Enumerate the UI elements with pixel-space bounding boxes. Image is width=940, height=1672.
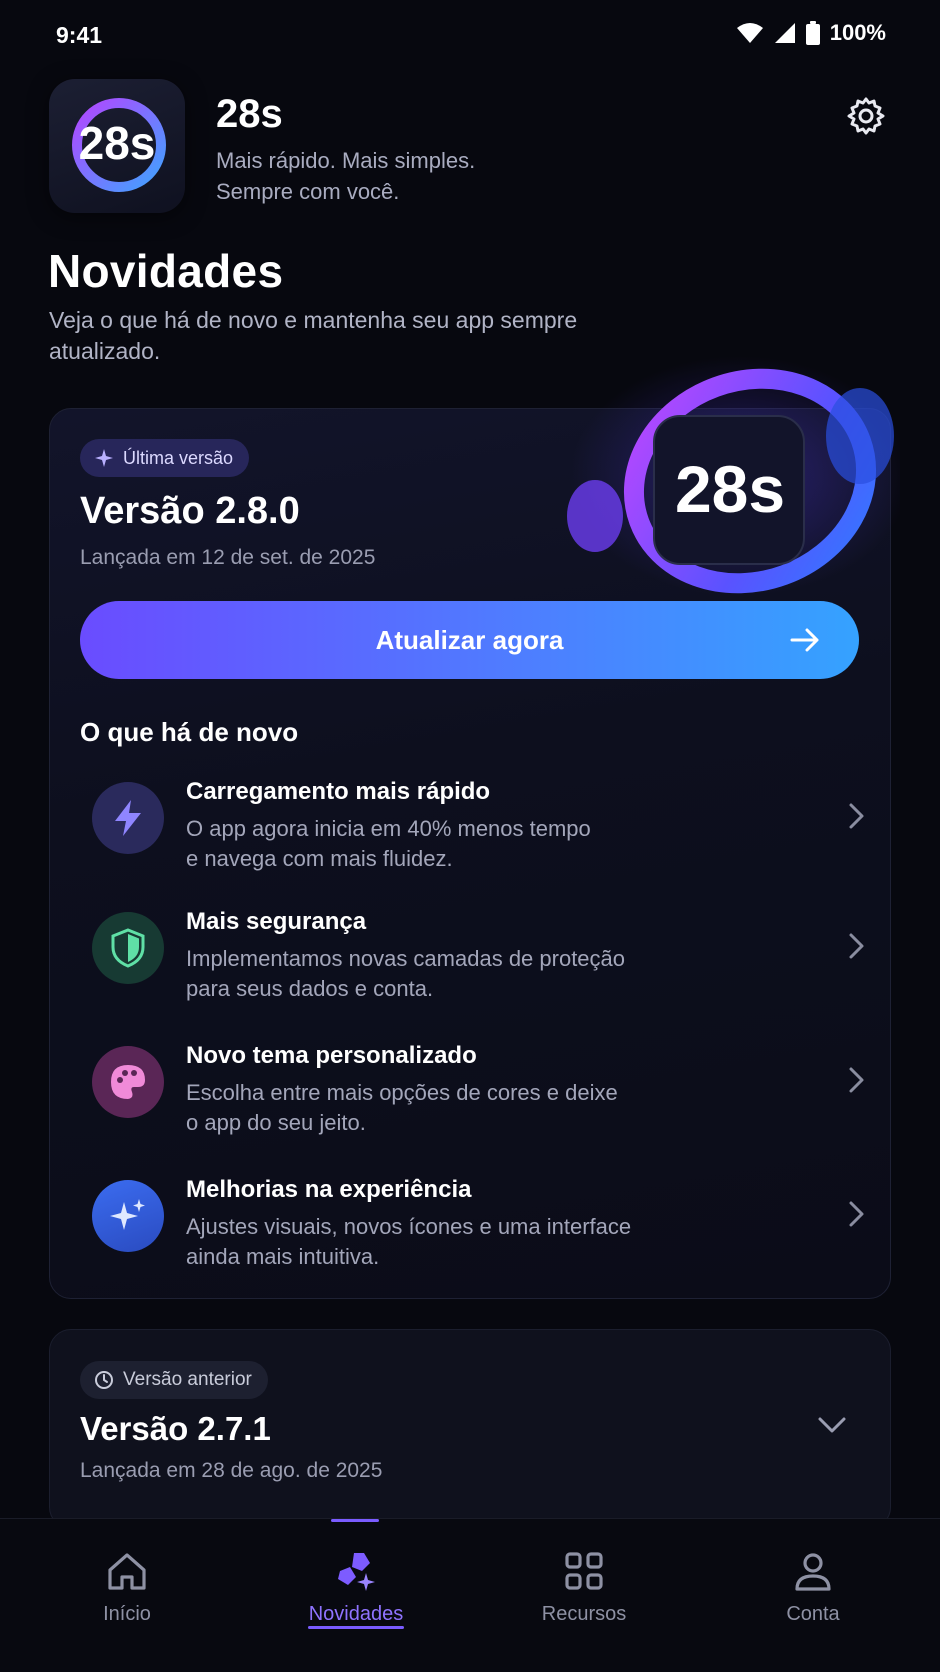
- feature-icon-bg: [92, 1046, 164, 1118]
- home-icon: [108, 1553, 146, 1590]
- feature-icon-bg: [92, 1180, 164, 1252]
- page-title: Novidades: [48, 245, 284, 297]
- signal-icon: [774, 23, 795, 43]
- badge-label: Última versão: [123, 447, 234, 468]
- feature-item-faster-loading[interactable]: Carregamento mais rápido O app agora ini…: [80, 778, 870, 888]
- sparkles-icon: [110, 1199, 145, 1230]
- chevron-right-icon: [849, 1201, 864, 1227]
- gear-icon[interactable]: [846, 96, 886, 136]
- feature-desc-line: o app do seu jeito.: [186, 1110, 366, 1135]
- bottom-nav: Início Novidades Recursos Conta: [0, 1518, 940, 1672]
- status-bar: 9:41 100%: [0, 0, 940, 70]
- feature-item-security[interactable]: Mais segurança Implementamos novas camad…: [80, 908, 870, 1018]
- app-title: 28s: [216, 92, 283, 136]
- app-tagline: Mais rápido. Mais simples. Sempre com vo…: [216, 145, 576, 207]
- feature-desc-line: Implementamos novas camadas de proteção: [186, 946, 626, 971]
- previous-release-date: Lançada em 28 de ago. de 2025: [80, 1459, 383, 1482]
- hero-logo-text: 28s: [675, 452, 785, 526]
- chevron-right-icon: [849, 1067, 864, 1093]
- battery-level: 100%: [829, 20, 886, 45]
- version-title: Versão 2.8.0: [80, 490, 300, 532]
- hero-logo-illustration: 28s: [567, 356, 900, 596]
- previous-version-title: Versão 2.7.1: [80, 1410, 271, 1447]
- sparkle-icon: [95, 449, 113, 467]
- feature-desc-line: Ajustes visuais, novos ícones e uma inte…: [186, 1214, 632, 1239]
- nav-label: Recursos: [541, 1603, 627, 1625]
- feature-desc-line: e navega com mais fluidez.: [186, 846, 453, 871]
- feature-item-experience[interactable]: Melhorias na experiência Ajustes visuais…: [80, 1176, 870, 1286]
- news-icon: [338, 1553, 375, 1591]
- palette-icon: [111, 1065, 145, 1099]
- feature-title: Mais segurança: [186, 908, 367, 935]
- status-time: 9:41: [56, 22, 103, 48]
- wifi-icon: [736, 23, 763, 43]
- feature-desc-line: O app agora inicia em 40% menos tempo: [186, 816, 591, 841]
- arrow-right-icon: [790, 628, 819, 652]
- feature-desc-line: ainda mais intuitiva.: [186, 1244, 380, 1269]
- lightning-icon: [115, 800, 141, 836]
- nav-item-novidades[interactable]: Novidades: [266, 1519, 446, 1672]
- feature-icon-bg: [92, 782, 164, 854]
- chevron-right-icon: [849, 803, 864, 829]
- feature-description: Implementamos novas camadas de proteção p…: [186, 944, 706, 1004]
- chevron-right-icon: [849, 933, 864, 959]
- app-logo: 28s: [49, 79, 185, 213]
- tagline-line-2: Sempre com você.: [216, 179, 400, 204]
- feature-title: Melhorias na experiência: [186, 1176, 472, 1203]
- feature-title: Novo tema personalizado: [186, 1042, 477, 1069]
- feature-desc-line: Escolha entre mais opções de cores e dei…: [186, 1080, 618, 1105]
- update-now-label: Atualizar agora: [375, 624, 564, 655]
- latest-version-badge: Última versão: [80, 439, 250, 477]
- nav-label: Novidades: [308, 1603, 404, 1625]
- nav-item-conta[interactable]: Conta: [723, 1519, 903, 1672]
- feature-icon-bg: [92, 912, 164, 984]
- status-icons: 100%: [736, 20, 886, 46]
- tagline-line-1: Mais rápido. Mais simples.: [216, 148, 476, 173]
- feature-item-custom-theme[interactable]: Novo tema personalizado Escolha entre ma…: [80, 1042, 870, 1152]
- feature-description: O app agora inicia em 40% menos tempo e n…: [186, 814, 706, 874]
- previous-version-badge: Versão anterior: [80, 1361, 268, 1399]
- feature-description: Ajustes visuais, novos ícones e uma inte…: [186, 1212, 706, 1272]
- page-lead: Veja o que há de novo e mantenha seu app…: [49, 307, 578, 364]
- active-indicator-bottom: [308, 1626, 404, 1629]
- feature-title: Carregamento mais rápido: [186, 778, 491, 805]
- feature-desc-line: para seus dados e conta.: [186, 976, 434, 1001]
- battery-icon: [805, 21, 820, 45]
- clock-icon: [95, 1371, 113, 1389]
- logo-ring-icon: 28s: [72, 98, 166, 192]
- shield-icon: [111, 928, 145, 968]
- nav-label: Conta: [786, 1603, 840, 1625]
- user-icon: [795, 1553, 831, 1591]
- release-date: Lançada em 12 de set. de 2025: [80, 546, 376, 569]
- logo-text: 28s: [79, 117, 156, 169]
- whats-new-heading: O que há de novo: [80, 717, 299, 747]
- feature-description: Escolha entre mais opções de cores e dei…: [186, 1078, 706, 1138]
- chevron-down-icon[interactable]: [814, 1412, 850, 1438]
- update-now-button[interactable]: Atualizar agora: [80, 601, 859, 679]
- grid-icon: [565, 1552, 603, 1590]
- badge-label: Versão anterior: [123, 1369, 252, 1390]
- active-indicator-top: [331, 1519, 379, 1522]
- nav-item-recursos[interactable]: Recursos: [494, 1519, 674, 1672]
- nav-item-inicio[interactable]: Início: [37, 1519, 217, 1672]
- nav-label: Início: [103, 1603, 151, 1625]
